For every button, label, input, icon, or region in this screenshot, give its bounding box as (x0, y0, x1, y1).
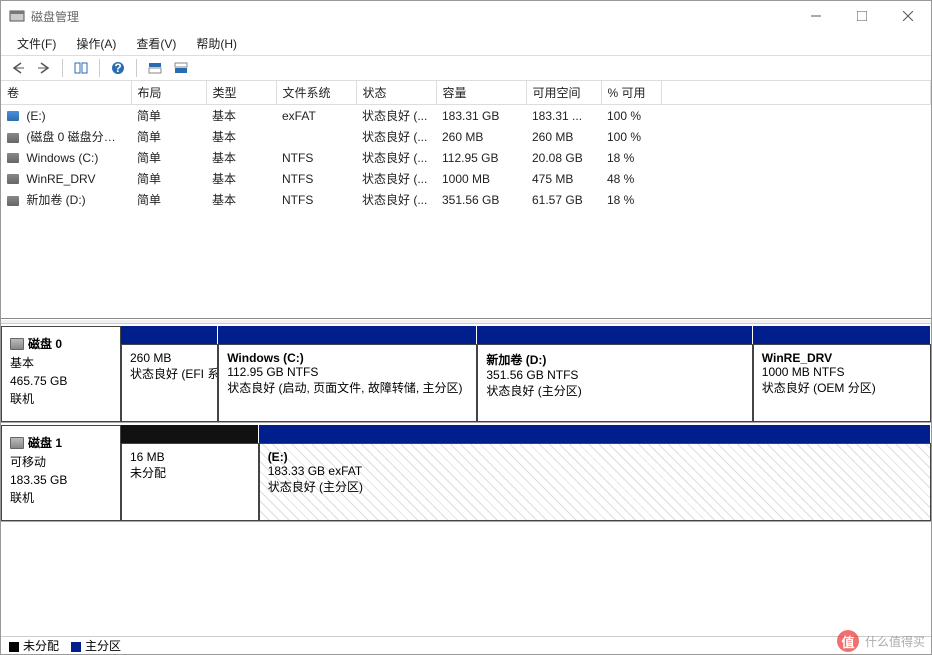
maximize-button[interactable] (839, 1, 885, 31)
col-pct[interactable]: % 可用 (601, 81, 661, 105)
volume-icon (7, 174, 19, 184)
separator-icon (136, 59, 137, 77)
watermark-badge-icon: 值 (837, 630, 859, 652)
col-type[interactable]: 类型 (206, 81, 276, 105)
disk-header[interactable]: 磁盘 1可移动183.35 GB联机 (1, 425, 121, 521)
title-bar: 磁盘管理 (1, 1, 931, 31)
table-row[interactable]: (磁盘 0 磁盘分区 1)简单基本状态良好 (...260 MB260 MB10… (1, 126, 931, 147)
disk-map: 260 MB状态良好 (EFI 系统Windows (C:)112.95 GB … (121, 326, 931, 422)
legend: 未分配 主分区 (1, 636, 931, 654)
legend-primary: 主分区 (71, 637, 121, 654)
partition[interactable]: 260 MB状态良好 (EFI 系统 (121, 344, 218, 422)
menu-help[interactable]: 帮助(H) (186, 33, 247, 54)
volume-list-pane[interactable]: 卷 布局 类型 文件系统 状态 容量 可用空间 % 可用 (E:)简单基本exF… (1, 81, 931, 319)
table-row[interactable]: (E:)简单基本exFAT状态良好 (...183.31 GB183.31 ..… (1, 105, 931, 127)
app-icon (9, 8, 25, 24)
menu-bar: 文件(F) 操作(A) 查看(V) 帮助(H) (1, 31, 931, 55)
menu-action[interactable]: 操作(A) (66, 33, 126, 54)
close-button[interactable] (885, 1, 931, 31)
disk-header[interactable]: 磁盘 0基本465.75 GB联机 (1, 326, 121, 422)
partition[interactable]: WinRE_DRV1000 MB NTFS状态良好 (OEM 分区) (753, 344, 931, 422)
disk-row: 磁盘 1可移动183.35 GB联机16 MB未分配 (E:)183.33 GB… (1, 425, 931, 522)
partition[interactable]: Windows (C:)112.95 GB NTFS状态良好 (启动, 页面文件… (218, 344, 477, 422)
menu-file[interactable]: 文件(F) (7, 33, 66, 54)
col-free[interactable]: 可用空间 (526, 81, 601, 105)
swatch-black-icon (9, 642, 19, 652)
view-top-button[interactable] (144, 57, 166, 79)
svg-text:?: ? (114, 61, 121, 75)
view-bottom-button[interactable] (170, 57, 192, 79)
swatch-blue-icon (71, 642, 81, 652)
disk-row: 磁盘 0基本465.75 GB联机260 MB状态良好 (EFI 系统Windo… (1, 326, 931, 423)
window-title: 磁盘管理 (31, 8, 793, 25)
menu-view[interactable]: 查看(V) (126, 33, 186, 54)
disk-map: 16 MB未分配 (E:)183.33 GB exFAT状态良好 (主分区) (121, 425, 931, 521)
watermark: 值 什么值得买 (837, 630, 925, 652)
disk-map-pane[interactable]: 磁盘 0基本465.75 GB联机260 MB状态良好 (EFI 系统Windo… (1, 324, 931, 636)
volume-table[interactable]: 卷 布局 类型 文件系统 状态 容量 可用空间 % 可用 (E:)简单基本exF… (1, 81, 931, 210)
forward-button[interactable] (33, 57, 55, 79)
col-volume[interactable]: 卷 (1, 81, 131, 105)
separator-icon (62, 59, 63, 77)
partition[interactable]: (E:)183.33 GB exFAT状态良好 (主分区) (259, 443, 931, 521)
table-header[interactable]: 卷 布局 类型 文件系统 状态 容量 可用空间 % 可用 (1, 81, 931, 105)
help-button[interactable]: ? (107, 57, 129, 79)
back-button[interactable] (7, 57, 29, 79)
volume-icon (7, 153, 19, 163)
col-fs[interactable]: 文件系统 (276, 81, 356, 105)
col-capacity[interactable]: 容量 (436, 81, 526, 105)
partition[interactable]: 新加卷 (D:)351.56 GB NTFS状态良好 (主分区) (477, 344, 752, 422)
partition[interactable]: 16 MB未分配 (121, 443, 259, 521)
col-layout[interactable]: 布局 (131, 81, 206, 105)
volume-icon (7, 196, 19, 206)
disk-icon (10, 437, 24, 449)
separator-icon (99, 59, 100, 77)
legend-unalloc: 未分配 (9, 637, 59, 654)
disk-icon (10, 338, 24, 350)
table-row[interactable]: Windows (C:)简单基本NTFS状态良好 (...112.95 GB20… (1, 147, 931, 168)
volume-icon (7, 111, 19, 121)
table-row[interactable]: WinRE_DRV简单基本NTFS状态良好 (...1000 MB475 MB4… (1, 168, 931, 189)
col-status[interactable]: 状态 (356, 81, 436, 105)
volume-icon (7, 133, 19, 143)
table-row[interactable]: 新加卷 (D:)简单基本NTFS状态良好 (...351.56 GB61.57 … (1, 189, 931, 210)
toolbar: ? (1, 55, 931, 81)
minimize-button[interactable] (793, 1, 839, 31)
view-list-button[interactable] (70, 57, 92, 79)
